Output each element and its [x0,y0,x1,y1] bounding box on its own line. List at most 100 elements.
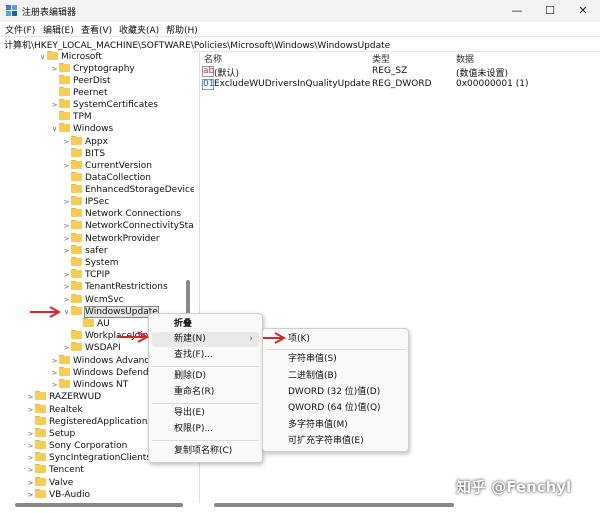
chevron-right-icon[interactable]: > [62,196,71,208]
chevron-right-icon[interactable]: > [26,452,35,464]
tree-item-networkprovider[interactable]: > NetworkProvider [62,233,160,245]
chevron-right-icon[interactable]: > [26,464,35,476]
tree-item-windows-advance[interactable]: > Windows Advance [50,355,155,367]
tree-item-au[interactable]: AU [74,318,110,330]
chevron-down-icon[interactable]: ∨ [62,306,71,318]
chevron-right-icon[interactable]: > [50,379,59,391]
close-button[interactable]: ✕ [566,2,600,20]
tree-item-ipsec[interactable]: > IPSec [62,196,109,208]
folder-icon [59,99,71,108]
menu-item-find[interactable]: 查找(F)... [152,348,259,363]
tree-item-tcpip[interactable]: > TCPIP [62,269,110,281]
chevron-right-icon[interactable]: > [26,440,35,452]
menu-edit[interactable]: 编辑(E) [43,23,74,36]
folder-icon [59,87,71,96]
value-row-excludewudrivers[interactable]: 01 ExcludeWUDriversInQualityUpdate REG_D… [200,78,600,91]
tree-item-microsoft[interactable]: ∨ Microsoft [38,51,102,63]
tree-item-peerdist[interactable]: PeerDist [50,75,111,87]
chevron-right-icon[interactable]: > [62,136,71,148]
tree-item-system[interactable]: System [62,257,119,269]
watermark: 知乎 @Fenchyl [456,478,572,496]
tree-item-registeredapplications[interactable]: RegisteredApplications [26,416,152,428]
menu-item-delete[interactable]: 删除(D) [152,369,259,384]
column-header-data[interactable]: 数据 [456,52,474,65]
tree-item-networkconnectivitysta[interactable]: > NetworkConnectivitySta [62,220,194,232]
submenu-item-binary-value[interactable]: 二进制值(B) [266,369,405,384]
tree-item-enhancedstoragedevice[interactable]: EnhancedStorageDevice [62,184,194,196]
chevron-right-icon[interactable]: > [26,477,35,489]
tree-item-wsdapi[interactable]: > WSDAPI [62,342,121,354]
value-row-default[interactable]: ab (默认) REG_SZ (数值未设置) [200,65,600,79]
chevron-right-icon[interactable]: > [50,99,59,111]
tree-item-appx[interactable]: > Appx [62,136,108,148]
chevron-right-icon[interactable]: > [50,63,59,75]
tree-item-vb-audio[interactable]: > VB-Audio [26,489,90,501]
folder-icon [71,342,83,351]
menu-item-permissions[interactable]: 权限(P)... [152,422,259,437]
menu-item-collapse[interactable]: 折叠 [152,317,259,332]
tree-item-tenantrestrictions[interactable]: > TenantRestrictions [62,281,168,293]
tree-item-bits[interactable]: BITS [62,148,105,160]
chevron-right-icon[interactable]: > [62,160,71,172]
submenu-item-expandable-string-value[interactable]: 可扩充字符串值(E) [266,434,405,449]
chevron-right-icon[interactable]: > [62,233,71,245]
tree-item-setup[interactable]: > Setup [26,428,75,440]
tree-item-windowsupdate[interactable]: ∨ WindowsUpdate [62,306,159,318]
chevron-right-icon[interactable]: > [62,220,71,232]
tree-item-peernet[interactable]: Peernet [50,87,108,99]
chevron-down-icon[interactable]: ∨ [38,51,47,63]
minimize-button[interactable]: — [500,2,534,20]
menu-help[interactable]: 帮助(H) [166,23,198,36]
chevron-right-icon[interactable]: > [26,391,35,403]
menu-favorites[interactable]: 收藏夹(A) [119,23,159,36]
tree-item-windows-nt[interactable]: > Windows NT [50,379,128,391]
tree-item-realtek[interactable]: > Realtek [26,404,83,416]
chevron-right-icon[interactable]: > [62,269,71,281]
tree-item-tencent[interactable]: > Tencent [26,464,84,476]
column-header-type[interactable]: 类型 [372,52,390,65]
tree-item-syncintegrationclients[interactable]: > SyncIntegrationClients [26,452,151,464]
tree-item-windows[interactable]: ∨ Windows [50,123,113,135]
submenu-item-qword-value[interactable]: QWORD (64 位)值(Q) [266,401,405,416]
chevron-right-icon[interactable]: > [62,294,71,306]
chevron-right-icon[interactable]: > [50,367,59,379]
tree-item-valve[interactable]: > Valve [26,477,73,489]
tree-item-tpm[interactable]: TPM [50,111,92,123]
chevron-right-icon[interactable]: > [26,489,35,501]
menu-item-rename[interactable]: 重命名(R) [152,385,259,400]
tree-item-wcmsvc[interactable]: > WcmSvc [62,294,124,306]
address-bar[interactable]: 计算机\HKEY_LOCAL_MACHINE\SOFTWARE\Policies… [0,36,600,52]
chevron-right-icon[interactable]: > [62,281,71,293]
tree-item-currentversion[interactable]: > CurrentVersion [62,160,152,172]
tree-item-datacollection[interactable]: DataCollection [62,172,151,184]
chevron-down-icon[interactable]: ∨ [50,123,59,135]
submenu-item-dword-value[interactable]: DWORD (32 位)值(D) [266,385,405,400]
string-value-icon: ab [202,66,215,77]
tree-horizontal-scrollbar[interactable] [15,503,183,507]
maximize-button[interactable]: ☐ [533,2,567,20]
submenu-item-multi-string-value[interactable]: 多字符串值(M) [266,418,405,433]
tree-item-network-connections[interactable]: Network Connections [62,208,181,220]
menu-item-export[interactable]: 导出(E) [152,406,259,421]
menu-file[interactable]: 文件(F) [5,23,35,36]
chevron-right-icon[interactable]: > [26,428,35,440]
menu-item-copy-key-name[interactable]: 复制项名称(C) [152,444,259,459]
tree-item-safer[interactable]: > safer [62,245,108,257]
tree-item-windows-defende[interactable]: > Windows Defende [50,367,154,379]
chevron-right-icon[interactable]: > [26,404,35,416]
tree-item-cryptography[interactable]: > Cryptography [50,63,135,75]
value-type: REG_DWORD [372,79,432,89]
submenu-item-string-value[interactable]: 字符串值(S) [266,352,405,367]
tree-item-sony-corporation[interactable]: > Sony Corporation [26,440,127,452]
chevron-right-icon[interactable]: > [50,355,59,367]
tree-item-systemcertificates[interactable]: > SystemCertificates [50,99,158,111]
menu-item-new[interactable]: 新建(N) › [152,332,259,347]
column-header-name[interactable]: 名称 [204,52,222,65]
chevron-right-icon[interactable]: > [62,245,71,257]
chevron-right-icon[interactable]: > [62,342,71,354]
menu-separator [152,403,259,404]
menu-view[interactable]: 查看(V) [81,23,112,36]
tree-item-razerwud[interactable]: > RAZERWUD [26,391,101,403]
list-horizontal-scrollbar[interactable] [214,503,454,507]
value-name: ExcludeWUDriversInQualityUpdate [214,79,371,89]
